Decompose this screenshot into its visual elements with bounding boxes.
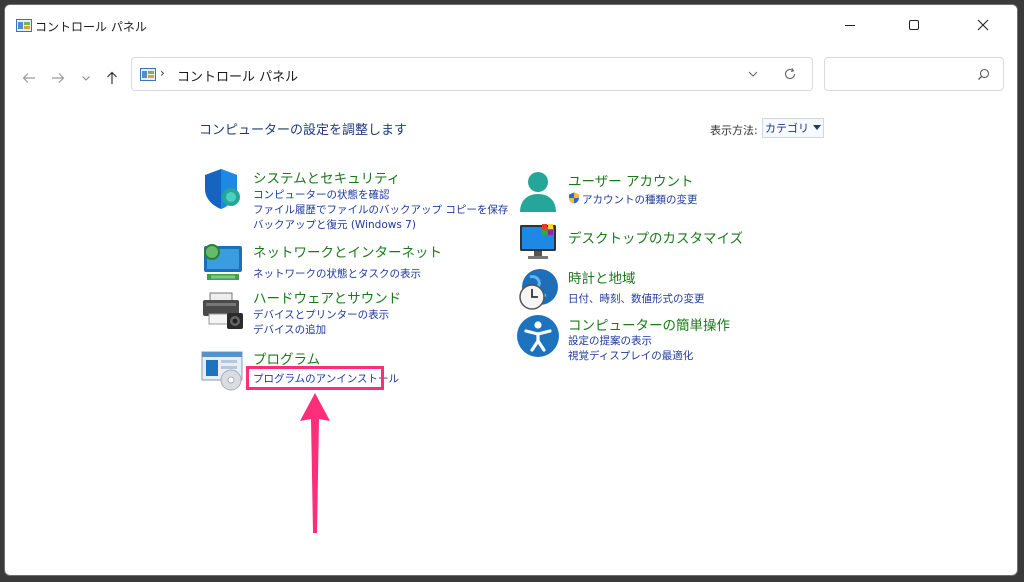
- clock-globe-icon[interactable]: [516, 267, 560, 311]
- category-ease-of-access: コンピューターの簡単操作 設定の提案の表示 視覚ディスプレイの最適化: [516, 314, 816, 364]
- search-icon[interactable]: [977, 68, 990, 81]
- view-by-label: 表示方法:: [710, 124, 758, 137]
- page-heading: コンピューターの設定を調整します: [199, 123, 408, 138]
- up-button[interactable]: [101, 67, 123, 89]
- close-button[interactable]: [960, 5, 1006, 45]
- category-title[interactable]: プログラム: [253, 348, 320, 368]
- recent-locations-button[interactable]: [75, 67, 97, 89]
- breadcrumb-separator[interactable]: ›: [160, 66, 165, 80]
- category-system-security: システムとセキュリティ コンピューターの状態を確認 ファイル履歴でファイルのバッ…: [201, 167, 508, 231]
- highlight-box: [246, 366, 384, 390]
- link-change-account-type[interactable]: アカウントの種類の変更: [582, 192, 698, 207]
- user-icon[interactable]: [516, 170, 560, 214]
- address-bar[interactable]: › コントロール パネル: [131, 57, 813, 91]
- link-add-device[interactable]: デバイスの追加: [253, 322, 326, 337]
- dropdown-arrow-icon: [813, 125, 821, 130]
- back-arrow-icon: [22, 73, 35, 83]
- search-box[interactable]: [824, 57, 1004, 91]
- shield-icon[interactable]: [201, 167, 245, 211]
- maximize-icon: [909, 20, 919, 30]
- title-bar: コントロール パネル: [5, 5, 1017, 49]
- navigation-bar: › コントロール パネル: [5, 49, 1017, 101]
- category-title[interactable]: デスクトップのカスタマイズ: [568, 227, 743, 247]
- printer-icon[interactable]: [201, 287, 245, 331]
- pointer-arrow-icon: [300, 393, 330, 533]
- control-panel-icon: [140, 68, 156, 81]
- close-icon: [977, 19, 989, 31]
- category-user-accounts: ユーザー アカウント アカウントの種類の変更: [516, 170, 816, 214]
- category-title[interactable]: コンピューターの簡単操作: [568, 314, 730, 334]
- forward-arrow-icon: [52, 73, 65, 83]
- maximize-button[interactable]: [891, 5, 937, 45]
- view-by-value[interactable]: カテゴリ: [765, 120, 809, 136]
- link-backup-restore[interactable]: バックアップと復元 (Windows 7): [253, 217, 416, 232]
- link-suggested-settings[interactable]: 設定の提案の表示: [568, 333, 652, 348]
- link-check-status[interactable]: コンピューターの状態を確認: [253, 187, 390, 202]
- monitor-icon[interactable]: [516, 221, 560, 265]
- up-arrow-icon: [107, 71, 117, 84]
- minimize-icon: [845, 25, 855, 26]
- view-by-dropdown[interactable]: カテゴリ: [762, 118, 824, 138]
- category-network-internet: ネットワークとインターネット ネットワークの状態とタスクの表示: [201, 241, 501, 285]
- refresh-icon[interactable]: [783, 67, 797, 81]
- control-panel-window: コントロール パネル › コントロール パネル コンピューターの設定を調整します…: [4, 4, 1018, 576]
- category-title[interactable]: 時計と地域: [568, 267, 636, 287]
- link-file-history[interactable]: ファイル履歴でファイルのバックアップ コピーを保存: [253, 202, 508, 217]
- uac-shield-icon: [569, 192, 579, 204]
- minimize-button[interactable]: [827, 5, 873, 45]
- category-title[interactable]: ネットワークとインターネット: [253, 241, 442, 261]
- link-devices-printers[interactable]: デバイスとプリンターの表示: [253, 307, 389, 322]
- chevron-down-icon: [82, 76, 90, 81]
- programs-icon[interactable]: [201, 348, 245, 392]
- link-optimize-display[interactable]: 視覚ディスプレイの最適化: [568, 348, 693, 363]
- back-button[interactable]: [18, 67, 40, 89]
- address-dropdown-icon[interactable]: [747, 68, 759, 80]
- forward-button[interactable]: [47, 67, 69, 89]
- category-title[interactable]: システムとセキュリティ: [253, 167, 400, 187]
- category-title[interactable]: ハードウェアとサウンド: [253, 287, 401, 307]
- category-title[interactable]: ユーザー アカウント: [568, 170, 694, 190]
- window-title: コントロール パネル: [35, 20, 147, 34]
- breadcrumb-control-panel[interactable]: コントロール パネル: [177, 66, 298, 85]
- network-icon[interactable]: [201, 241, 245, 285]
- link-network-status[interactable]: ネットワークの状態とタスクの表示: [253, 266, 421, 281]
- link-date-time-format[interactable]: 日付、時刻、数値形式の変更: [568, 291, 705, 306]
- accessibility-icon[interactable]: [516, 314, 560, 358]
- control-panel-icon: [16, 19, 32, 32]
- category-desktop-customization: デスクトップのカスタマイズ: [516, 221, 816, 261]
- category-clock-region: 時計と地域 日付、時刻、数値形式の変更: [516, 267, 816, 311]
- category-hardware-sound: ハードウェアとサウンド デバイスとプリンターの表示 デバイスの追加: [201, 287, 501, 337]
